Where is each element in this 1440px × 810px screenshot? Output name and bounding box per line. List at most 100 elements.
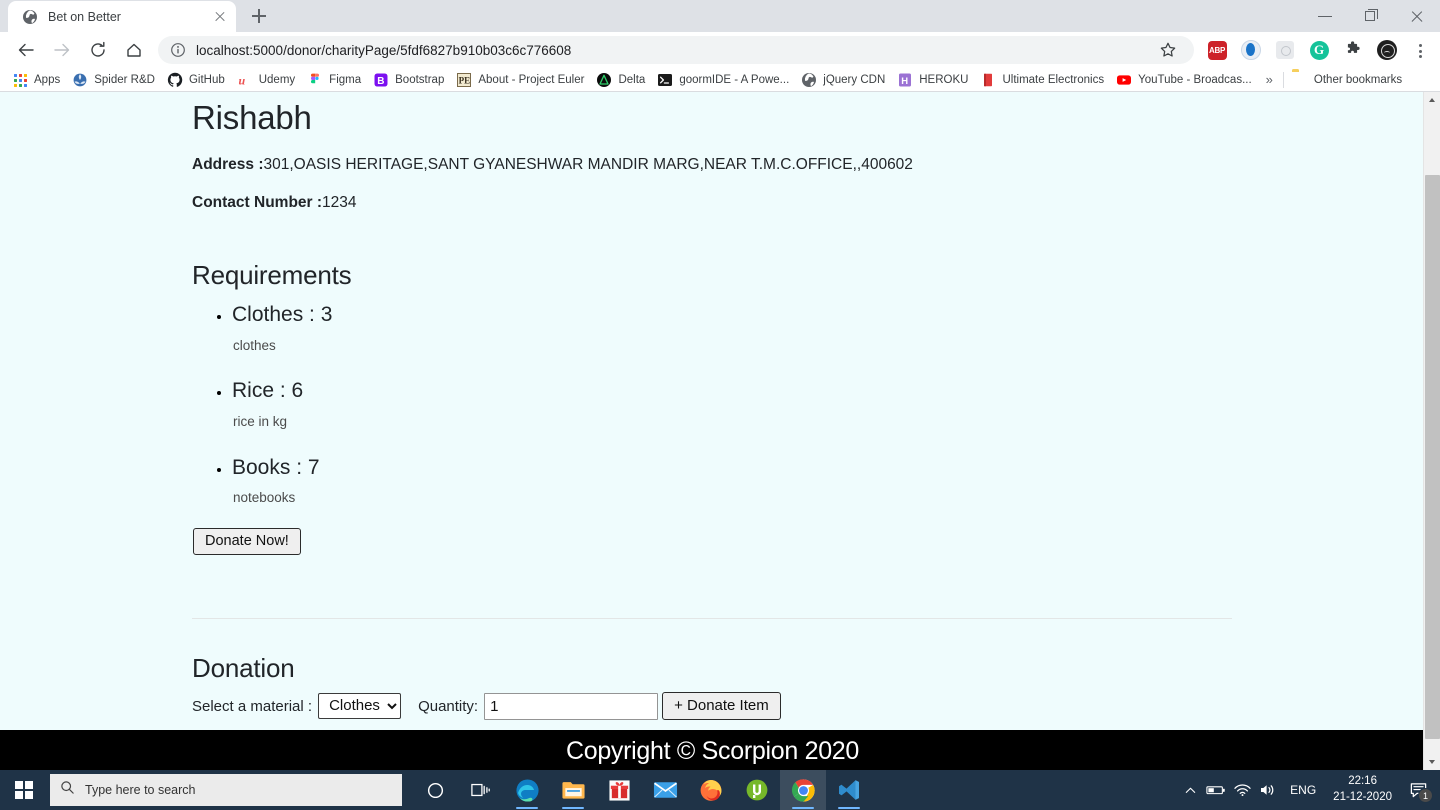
requirement-heading: Rice : 6 [232,375,1440,407]
contact-value: 1234 [322,194,356,211]
charity-page: Rishabh Address :301,OASIS HERITAGE,SANT… [0,92,1440,732]
requirement-description: clothes [233,337,1440,356]
bookmark-label: jQuery CDN [823,74,885,86]
bookmark-jquery-cdn[interactable]: jQuery CDN [797,69,893,91]
bookmark-label: GitHub [189,74,225,86]
page-scrollbar[interactable] [1423,92,1440,770]
extensions-puzzle-icon[interactable] [1339,36,1367,64]
taskbar-app-visual-studio-code[interactable] [826,770,872,810]
bookmarks-overflow-button[interactable]: » [1260,72,1279,87]
donate-item-button[interactable]: + Donate Item [662,692,781,720]
site-footer: Copyright © Scorpion 2020 [0,730,1440,770]
address-line: Address :301,OASIS HERITAGE,SANT GYANESH… [192,153,1440,176]
bookmark-label: Delta [618,74,645,86]
minimize-icon[interactable] [1302,0,1348,32]
bookmark-label: goormIDE - A Powe... [679,74,789,86]
terminal-icon [657,72,673,88]
quantity-input[interactable] [484,693,658,720]
system-tray: ENG 22:16 21-12-2020 1 [1177,770,1440,810]
close-icon[interactable] [1394,0,1440,32]
taskbar-app-mail[interactable] [642,770,688,810]
bookmark-apps[interactable]: Apps [8,69,68,91]
spider-icon [72,72,88,88]
address-bar[interactable]: localhost:5000/donor/charityPage/5fdf682… [158,36,1194,64]
globe-icon [801,72,817,88]
clock-time: 22:16 [1333,774,1392,790]
bookmark-label: Spider R&D [94,74,155,86]
bookmark-github[interactable]: GitHub [163,69,233,91]
clock-date: 21-12-2020 [1333,790,1392,806]
new-tab-button[interactable] [245,2,273,30]
adblock-plus-icon[interactable]: ABP [1203,36,1231,64]
bookmark-bootstrap[interactable]: B Bootstrap [369,69,452,91]
back-arrow-icon[interactable] [12,36,40,64]
taskbar-app-file-explorer[interactable] [550,770,596,810]
address-label: Address : [192,156,264,173]
material-select[interactable]: Clothes Rice Books [318,693,401,719]
start-button[interactable] [0,770,48,810]
svg-text:u: u [238,73,245,87]
tab-title: Bet on Better [48,10,212,24]
restore-icon[interactable] [1348,0,1394,32]
url-text: localhost:5000/donor/charityPage/5fdf682… [196,43,571,58]
opera-touch-icon[interactable] [1237,36,1265,64]
folder-icon [1292,72,1308,88]
donation-title: Donation [192,653,1440,684]
grammarly-icon[interactable]: G [1305,36,1333,64]
bookmark-project-euler[interactable]: PE About - Project Euler [452,69,592,91]
browser-tab[interactable]: Bet on Better [8,1,236,32]
notification-count-badge: 1 [1418,788,1433,803]
cortana-circle-icon[interactable] [412,770,458,810]
taskbar-app-gift-app[interactable] [596,770,642,810]
taskbar-app-utorrent[interactable] [734,770,780,810]
task-view-icon[interactable] [458,770,504,810]
taskbar-app-firefox[interactable] [688,770,734,810]
other-bookmarks-folder[interactable]: Other bookmarks [1288,69,1410,91]
window-controls [1302,0,1440,32]
footer-copyright: Copyright © Scorpion 2020 [0,730,1440,764]
browser-window: Bet on Better localhost:5000/donor/cha [0,0,1440,770]
notification-icon[interactable]: 1 [1400,770,1436,810]
search-placeholder: Type here to search [85,783,195,797]
bookmark-delta[interactable]: Delta [592,69,653,91]
requirement-description: rice in kg [233,413,1440,432]
taskbar-app-google-chrome[interactable] [780,770,826,810]
scroll-up-arrow-icon[interactable] [1424,92,1440,109]
svg-text:H: H [901,75,908,86]
wifi-icon[interactable] [1229,770,1255,810]
info-circle-icon[interactable] [170,42,186,58]
bookmark-udemy[interactable]: u Udemy [233,69,303,91]
bookmark-heroku[interactable]: H HEROKU [893,69,976,91]
volume-icon[interactable] [1255,770,1281,810]
heroku-icon: H [897,72,913,88]
taskbar-icons [412,770,872,810]
language-indicator[interactable]: ENG [1281,783,1325,797]
bookmark-spider-rd[interactable]: Spider R&D [68,69,163,91]
taskbar-app-microsoft-edge[interactable] [504,770,550,810]
inactive-extension-icon[interactable] [1271,36,1299,64]
list-item: Books : 7 notebooks [232,452,1440,508]
clock[interactable]: 22:16 21-12-2020 [1325,774,1400,805]
dark-reader-icon[interactable] [1373,36,1401,64]
quantity-label: Quantity: [418,698,478,715]
bookmark-star-icon[interactable] [1154,36,1182,64]
scrollbar-thumb[interactable] [1425,175,1440,739]
bookmark-ultimate-electronics[interactable]: Ultimate Electronics [976,69,1112,91]
home-icon[interactable] [120,36,148,64]
chevron-up-icon[interactable] [1177,770,1203,810]
battery-icon[interactable] [1203,770,1229,810]
close-icon[interactable] [212,9,228,25]
other-bookmarks-label: Other bookmarks [1314,74,1402,86]
page-viewport: Rishabh Address :301,OASIS HERITAGE,SANT… [0,92,1440,770]
reload-icon[interactable] [84,36,112,64]
udemy-icon: u [237,72,253,88]
donate-now-button[interactable]: Donate Now! [193,528,301,555]
taskbar-search[interactable]: Type here to search [50,774,402,806]
bookmark-label: About - Project Euler [478,74,584,86]
book-icon [980,72,996,88]
bookmark-goormide[interactable]: goormIDE - A Powe... [653,69,797,91]
three-dot-menu-icon[interactable] [1408,36,1432,64]
scroll-down-arrow-icon[interactable] [1424,753,1440,770]
bookmark-figma[interactable]: Figma [303,69,369,91]
bookmark-youtube[interactable]: YouTube - Broadcas... [1112,69,1260,91]
